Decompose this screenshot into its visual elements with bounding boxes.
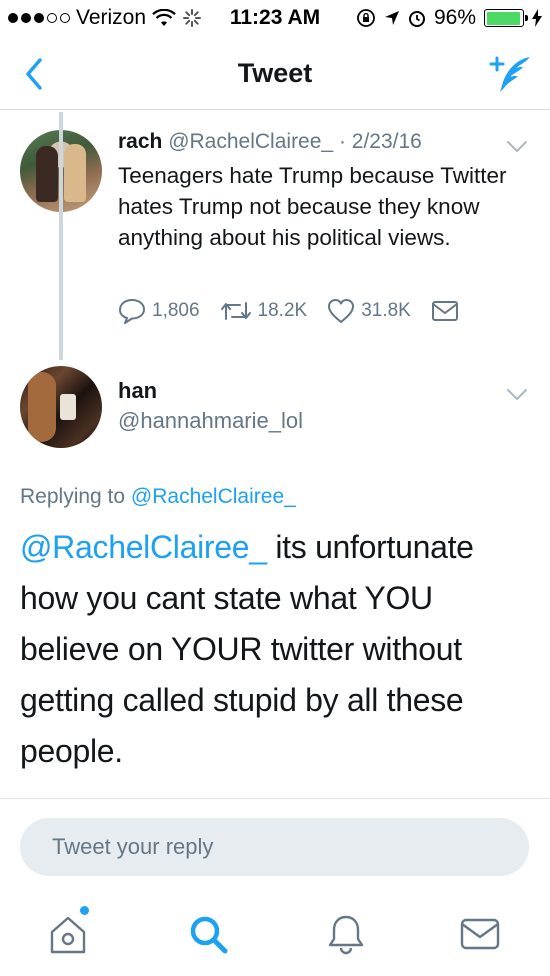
retweet-count: 18.2K [257, 300, 308, 321]
reply-input[interactable] [20, 818, 529, 876]
status-bar: Verizon 11:23 AM 96% [0, 0, 550, 38]
retweet-button[interactable]: 18.2K [220, 299, 308, 323]
battery-percent: 96% [433, 6, 476, 29]
messages-envelope-icon[interactable] [458, 912, 502, 956]
compose-quill-icon[interactable] [488, 52, 534, 96]
tweet-date: 2/23/16 [351, 130, 422, 153]
rotation-lock-icon [357, 9, 375, 27]
battery-fill [486, 11, 521, 25]
like-button[interactable]: 31.8K [327, 298, 411, 324]
charging-bolt-icon [532, 9, 542, 27]
replying-to-line: Replying to @RachelClairee_ [20, 485, 296, 509]
retweet-icon [220, 302, 251, 320]
nav-bar: Tweet [0, 38, 550, 110]
tweet-header: rach @RachelClairee_ · 2/23/16 [118, 130, 422, 154]
tweet-original[interactable]: rach @RachelClairee_ · 2/23/16 Teenagers… [0, 110, 550, 360]
thread-connector-line [59, 112, 63, 360]
location-icon [384, 11, 399, 25]
avatar[interactable] [20, 366, 102, 448]
reply-button[interactable]: 1,806 [118, 298, 200, 324]
chevron-down-icon[interactable] [506, 140, 528, 154]
tweet-actions: 1,806 18.2K 31.8K [118, 298, 479, 324]
page-title: Tweet [237, 58, 313, 88]
reply-author-handle[interactable]: @hannahmarie_lol [118, 408, 303, 434]
reply-count: 1,806 [152, 300, 200, 321]
tweet-author-name[interactable]: rach [118, 130, 162, 153]
alarm-icon [408, 11, 425, 27]
direct-message-button[interactable] [431, 300, 459, 322]
reply-author-name[interactable]: han [118, 378, 157, 404]
replying-prefix: Replying to [20, 485, 131, 508]
notifications-bell-icon[interactable] [324, 912, 368, 956]
replying-to-link[interactable]: @RachelClairee_ [131, 485, 296, 508]
envelope-icon [431, 301, 458, 321]
tweet-author-handle[interactable]: @RachelClairee_ [168, 130, 333, 153]
search-icon[interactable] [186, 912, 230, 956]
battery-icon [484, 9, 528, 27]
chevron-down-icon[interactable] [506, 388, 528, 402]
home-notification-dot [80, 906, 89, 915]
mention-link[interactable]: @RachelClairee_ [20, 529, 267, 565]
reply-tweet-text: @RachelClairee_ its unfortunate how you … [20, 522, 535, 777]
tweet-text: Teenagers hate Trump because Twitter hat… [118, 163, 507, 250]
like-count: 31.8K [361, 300, 411, 321]
reply-icon [119, 299, 145, 324]
tweet-date-separator: · [333, 130, 352, 153]
status-right: 96% [356, 6, 542, 30]
divider [0, 798, 550, 799]
reply-tweet-body: its unfortunate how you cant state what … [20, 529, 474, 769]
home-icon[interactable] [46, 912, 90, 956]
heart-icon [328, 299, 355, 323]
